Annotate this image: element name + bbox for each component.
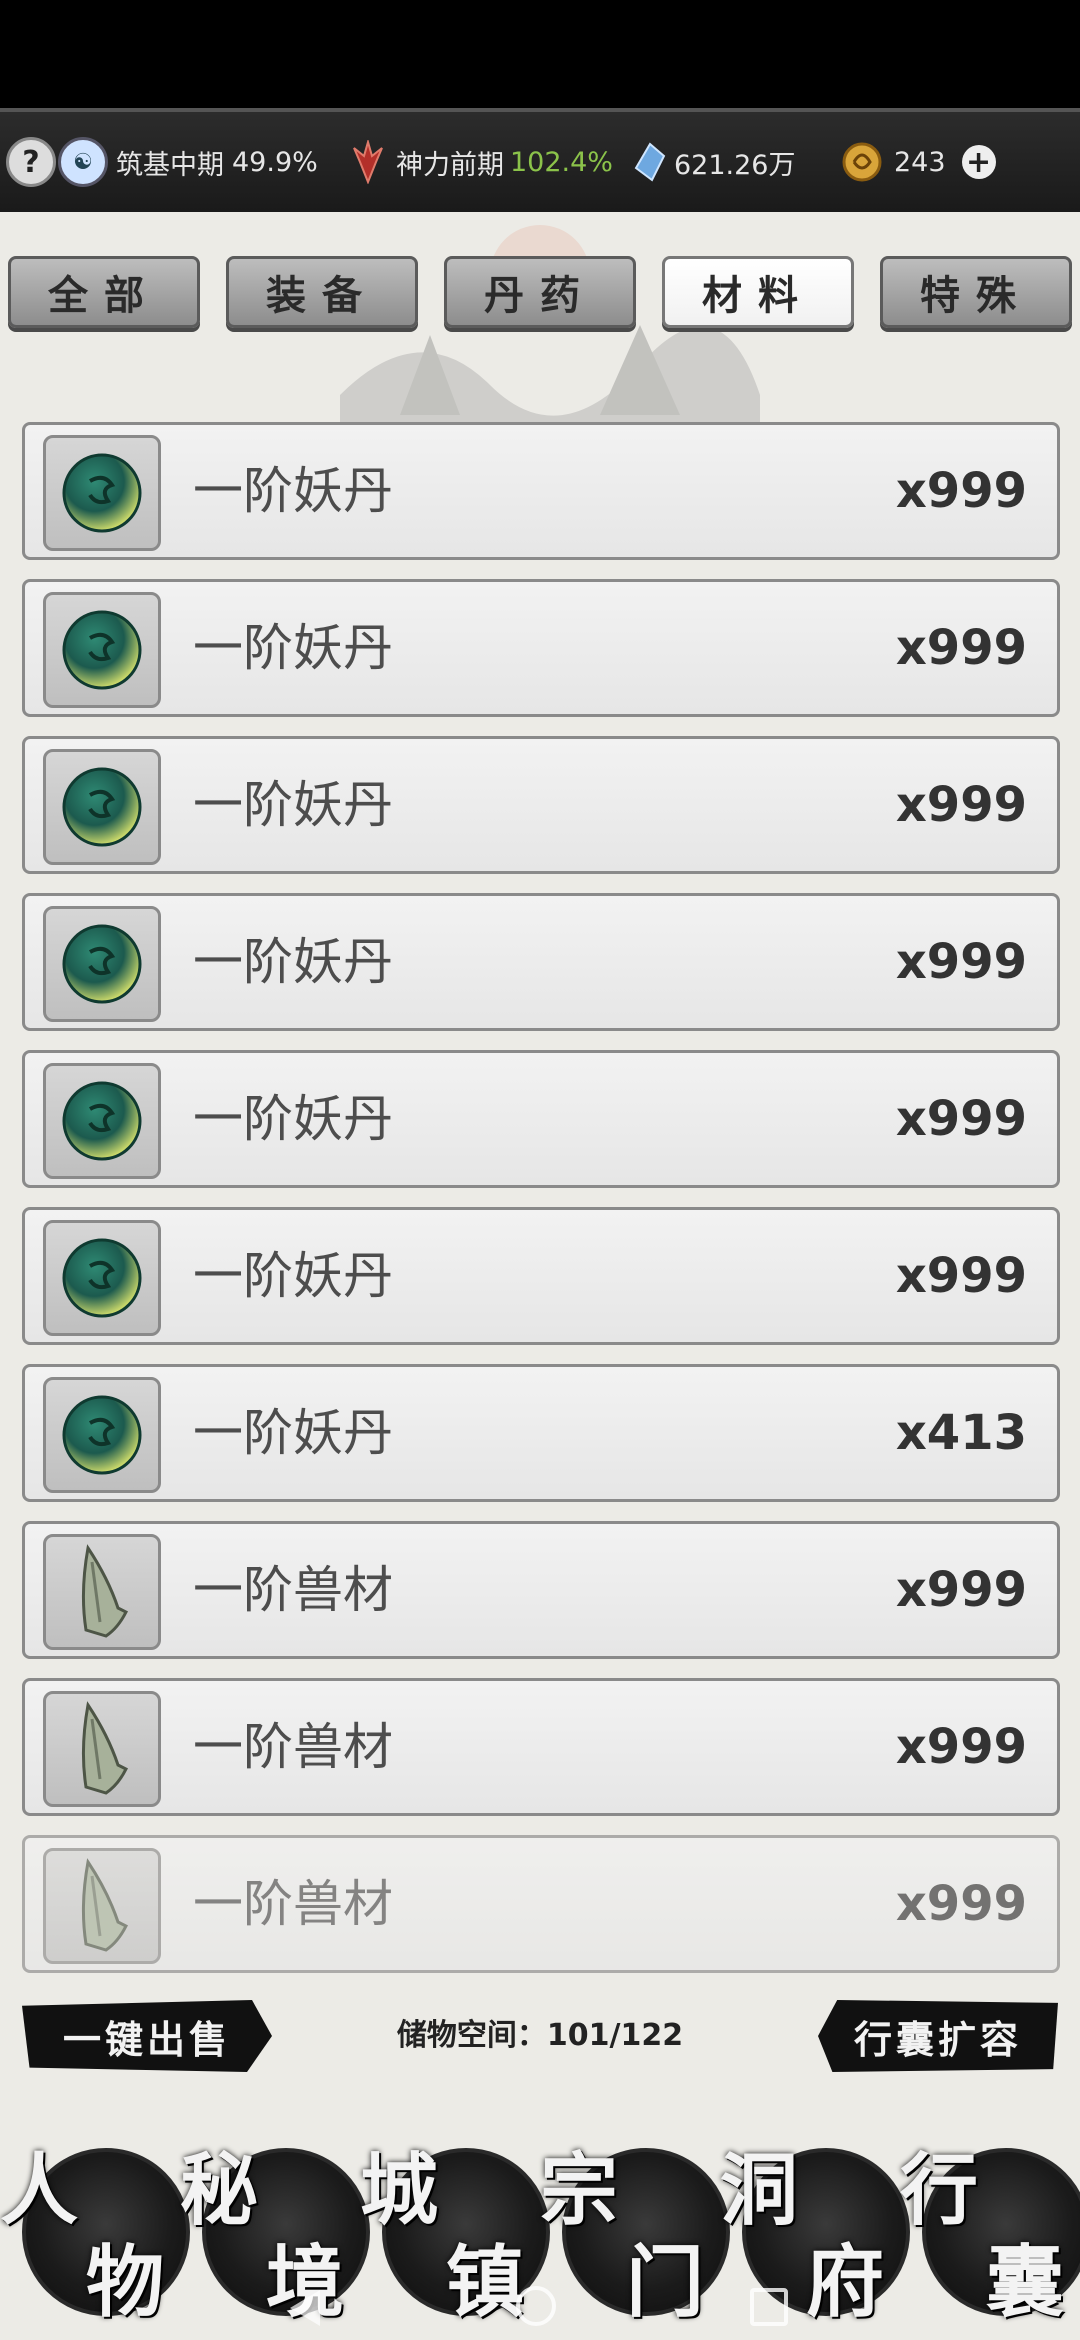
tab-special[interactable]: 特殊 bbox=[880, 256, 1072, 328]
item-icon-box bbox=[43, 1534, 161, 1650]
sell-all-button[interactable]: 一键出售 bbox=[22, 2000, 272, 2072]
item-icon-box bbox=[43, 906, 161, 1022]
nav-char-1: 洞 bbox=[720, 2145, 799, 2236]
item-count: x999 bbox=[895, 1562, 1027, 1618]
crystal-stat: 621.26万 bbox=[632, 112, 795, 212]
storage-value: 101/122 bbox=[546, 2018, 684, 2053]
system-nav-bar bbox=[0, 2278, 1080, 2340]
tab-pills[interactable]: 丹药 bbox=[444, 256, 636, 328]
item-count: x413 bbox=[895, 1405, 1027, 1461]
nav-char-1: 行 bbox=[900, 2145, 979, 2236]
cultivation-value: 49.9% bbox=[232, 146, 318, 178]
coin-value: 243 bbox=[894, 146, 946, 178]
item-count: x999 bbox=[895, 1719, 1027, 1775]
crystal-icon bbox=[634, 142, 666, 182]
trident-icon bbox=[353, 140, 383, 184]
list-item[interactable]: 一阶妖丹 x999 bbox=[22, 1207, 1060, 1345]
item-icon-box bbox=[43, 749, 161, 865]
recents-icon[interactable] bbox=[750, 2288, 788, 2326]
list-item[interactable]: 一阶妖丹 x413 bbox=[22, 1364, 1060, 1502]
item-count: x999 bbox=[895, 620, 1027, 676]
item-icon-box bbox=[43, 435, 161, 551]
bottom-action-bar: 储物空间：101/122 一键出售 行囊扩容 bbox=[0, 2000, 1080, 2080]
item-count: x999 bbox=[895, 934, 1027, 990]
item-name: 一阶兽材 bbox=[193, 1561, 393, 1619]
demon-core-icon bbox=[62, 1395, 142, 1475]
taiji-icon: ☯ bbox=[58, 137, 108, 187]
item-name: 一阶妖丹 bbox=[193, 1247, 393, 1305]
demon-core-icon bbox=[62, 924, 142, 1004]
power-label: 神力前期 bbox=[396, 149, 504, 181]
item-icon-box bbox=[43, 1848, 161, 1964]
tab-materials[interactable]: 材料 bbox=[662, 256, 854, 328]
item-count: x999 bbox=[895, 777, 1027, 833]
status-bar: ? ☯ 筑基中期 49.9% 神力前期 102.4% 621.26万 243 + bbox=[0, 108, 1080, 212]
beast-horn-icon bbox=[81, 1858, 129, 1952]
demon-core-icon bbox=[62, 767, 142, 847]
item-count: x999 bbox=[895, 1876, 1027, 1932]
demon-core-icon bbox=[62, 453, 142, 533]
power-stat: 神力前期 102.4% bbox=[348, 112, 613, 212]
tab-equipment[interactable]: 装备 bbox=[226, 256, 418, 328]
coin-stat: 243 + bbox=[840, 112, 1004, 212]
category-tabs: 全部 装备 丹药 材料 特殊 bbox=[8, 256, 1072, 332]
item-name: 一阶妖丹 bbox=[193, 933, 393, 991]
item-name: 一阶妖丹 bbox=[193, 462, 393, 520]
item-name: 一阶妖丹 bbox=[193, 619, 393, 677]
list-item[interactable]: 一阶兽材 x999 bbox=[22, 1521, 1060, 1659]
plus-icon[interactable]: + bbox=[961, 145, 996, 180]
cultivation-stat: ☯ 筑基中期 49.9% bbox=[58, 112, 318, 212]
beast-horn-icon bbox=[81, 1544, 129, 1638]
beast-horn-icon bbox=[81, 1701, 129, 1795]
demon-core-icon bbox=[62, 610, 142, 690]
list-item[interactable]: 一阶妖丹 x999 bbox=[22, 579, 1060, 717]
help-stat[interactable]: ? bbox=[6, 112, 64, 212]
item-icon-box bbox=[43, 1691, 161, 1807]
storage-label: 储物空间： bbox=[396, 2018, 547, 2053]
item-count: x999 bbox=[895, 1091, 1027, 1147]
item-name: 一阶兽材 bbox=[193, 1875, 393, 1933]
list-item[interactable]: 一阶妖丹 x999 bbox=[22, 893, 1060, 1031]
list-item[interactable]: 一阶妖丹 x999 bbox=[22, 1050, 1060, 1188]
list-item[interactable]: 一阶妖丹 x999 bbox=[22, 736, 1060, 874]
item-count: x999 bbox=[895, 463, 1027, 519]
item-name: 一阶妖丹 bbox=[193, 1404, 393, 1462]
nav-char-1: 宗 bbox=[540, 2145, 619, 2236]
expand-bag-button[interactable]: 行囊扩容 bbox=[818, 2000, 1058, 2072]
item-count: x999 bbox=[895, 1248, 1027, 1304]
help-icon[interactable]: ? bbox=[6, 137, 56, 187]
nav-char-1: 秘 bbox=[180, 2145, 259, 2236]
top-black-bar bbox=[0, 0, 1080, 108]
home-icon[interactable] bbox=[516, 2286, 556, 2326]
cultivation-label: 筑基中期 bbox=[116, 149, 224, 181]
crystal-value: 621.26万 bbox=[674, 149, 796, 181]
demon-core-icon bbox=[62, 1081, 142, 1161]
list-item[interactable]: 一阶兽材 x999 bbox=[22, 1678, 1060, 1816]
item-name: 一阶妖丹 bbox=[193, 776, 393, 834]
nav-char-1: 城 bbox=[360, 2145, 439, 2236]
item-icon-box bbox=[43, 1063, 161, 1179]
item-icon-box bbox=[43, 592, 161, 708]
item-icon-box bbox=[43, 1377, 161, 1493]
back-icon[interactable] bbox=[290, 2290, 320, 2326]
power-value: 102.4% bbox=[510, 146, 613, 178]
item-icon-box bbox=[43, 1220, 161, 1336]
nav-char-1: 人 bbox=[0, 2145, 79, 2236]
tab-all[interactable]: 全部 bbox=[8, 256, 200, 328]
gold-coin-icon bbox=[842, 142, 882, 182]
item-name: 一阶兽材 bbox=[193, 1718, 393, 1776]
demon-core-icon bbox=[62, 1238, 142, 1318]
list-item[interactable]: 一阶兽材 x999 bbox=[22, 1835, 1060, 1973]
list-item[interactable]: 一阶妖丹 x999 bbox=[22, 422, 1060, 560]
item-name: 一阶妖丹 bbox=[193, 1090, 393, 1148]
